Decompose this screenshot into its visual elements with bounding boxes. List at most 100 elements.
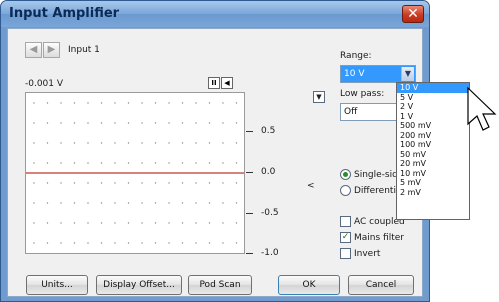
ok-button[interactable]: OK (278, 275, 340, 295)
dialog-body: ◀ ▶ Input 1 -0.001 V II ◀ 0.5 0.0 -0.5 -… (7, 28, 423, 297)
grid-dot (141, 122, 143, 124)
range-option[interactable]: 10 V (397, 83, 469, 93)
grid-dot (181, 222, 184, 224)
range-option[interactable]: 1 V (397, 112, 469, 122)
grid-dot (195, 182, 197, 184)
range-option[interactable]: 5 mV (397, 178, 469, 188)
input-amplifier-dialog: Input Amplifier ✕ ◀ ▶ Input 1 -0.001 V I… (0, 0, 430, 302)
grid-dot (33, 222, 35, 224)
channel-label: Input 1 (68, 45, 100, 55)
range-option[interactable]: 2 mV (397, 188, 469, 198)
lowpass-value: Off (344, 107, 358, 117)
grid-dot (73, 122, 76, 124)
back-icon[interactable]: ◀ (25, 42, 42, 58)
close-button[interactable]: ✕ (402, 5, 424, 23)
lowpass-label: Low pass: (340, 89, 385, 99)
range-option[interactable]: 5 V (397, 93, 469, 103)
grid-dot (168, 122, 170, 124)
grid-dot (181, 202, 184, 204)
grid-dot (60, 222, 62, 224)
grid-dot (235, 162, 238, 164)
grid-dot (100, 242, 103, 244)
grid-dot (87, 102, 89, 104)
grid-dot (127, 202, 130, 204)
collapse-arrow-icon[interactable]: ◀ (221, 77, 233, 89)
grid-dot (114, 242, 116, 244)
range-option[interactable]: 2 V (397, 102, 469, 112)
grid-dot (127, 142, 130, 144)
grid-dot (181, 102, 184, 104)
display-offset-button[interactable]: Display Offset... (96, 275, 182, 295)
grid-dot (154, 142, 157, 144)
grid-dot (222, 242, 224, 244)
grid-dot (195, 222, 197, 224)
y-tick-label: 0.5 (261, 126, 276, 136)
grid-dot (127, 242, 130, 244)
range-value: 10 V (344, 69, 365, 79)
grid-dot (73, 162, 76, 164)
grid-dot (73, 142, 76, 144)
tick-mark (246, 131, 253, 132)
grid-dot (114, 122, 116, 124)
grid-dot (46, 122, 49, 124)
grid-dot (114, 222, 116, 224)
grid-dot (195, 202, 197, 204)
chevron-down-icon[interactable]: ▼ (401, 67, 414, 81)
range-option[interactable]: 10 mV (397, 169, 469, 179)
side-symbol: < (307, 181, 315, 191)
range-option[interactable]: 50 mV (397, 150, 469, 160)
grid-dot (154, 222, 157, 224)
grid-dot (154, 182, 157, 184)
cancel-button[interactable]: Cancel (348, 275, 414, 295)
pause-button[interactable]: II (208, 77, 220, 89)
grid-dot (60, 202, 62, 204)
grid-dot (114, 102, 116, 104)
grid-dot (195, 122, 197, 124)
tick-mark (246, 253, 253, 254)
grid-dot (195, 102, 197, 104)
grid-dot (208, 222, 211, 224)
range-option[interactable]: 100 mV (397, 140, 469, 150)
grid-dot (100, 182, 103, 184)
pod-scan-button[interactable]: Pod Scan (188, 275, 252, 295)
grid-dot (141, 182, 143, 184)
grid-dot (168, 162, 170, 164)
grid-dot (33, 122, 35, 124)
y-tick-label: 0.0 (261, 167, 276, 177)
grid-dot (235, 142, 238, 144)
grid-dot (46, 202, 49, 204)
tick-mark (246, 213, 253, 214)
single-sided-radio[interactable] (340, 169, 351, 180)
title-bar[interactable]: Input Amplifier ✕ (1, 1, 429, 27)
differential-radio[interactable] (340, 185, 351, 196)
grid-dot (127, 122, 130, 124)
grid-dot (73, 202, 76, 204)
scroll-down-icon[interactable]: ▼ (313, 91, 325, 103)
lowpass-select[interactable]: Off (340, 103, 402, 121)
grid-dot (222, 162, 224, 164)
grid-dot (73, 222, 76, 224)
screen: Input Amplifier ✕ ◀ ▶ Input 1 -0.001 V I… (0, 0, 499, 302)
grid-dot (141, 222, 143, 224)
grid-dot (235, 102, 238, 104)
range-option[interactable]: 200 mV (397, 131, 469, 141)
range-option[interactable]: 500 mV (397, 121, 469, 131)
grid-dot (141, 102, 143, 104)
grid-dot (235, 242, 238, 244)
ac-coupled-checkbox[interactable] (340, 216, 351, 227)
mouse-cursor-icon (467, 86, 497, 131)
window-title: Input Amplifier (9, 6, 120, 21)
mains-filter-checkbox[interactable]: ✓ (340, 232, 351, 243)
range-select[interactable]: 10 V ▼ (340, 65, 416, 83)
grid-dot (46, 162, 49, 164)
range-option[interactable]: 20 mV (397, 159, 469, 169)
grid-dot (195, 142, 197, 144)
grid-dot (114, 142, 116, 144)
forward-icon[interactable]: ▶ (43, 42, 60, 58)
invert-checkbox[interactable] (340, 248, 351, 259)
range-dropdown-list[interactable]: 10 V5 V2 V1 V 500 mV 200 mV 100 mV 50 mV 20 m… (396, 82, 470, 220)
grid-dot (100, 222, 103, 224)
grid-dot (60, 102, 62, 104)
grid-dot (87, 122, 89, 124)
units-button[interactable]: Units... (26, 275, 88, 295)
